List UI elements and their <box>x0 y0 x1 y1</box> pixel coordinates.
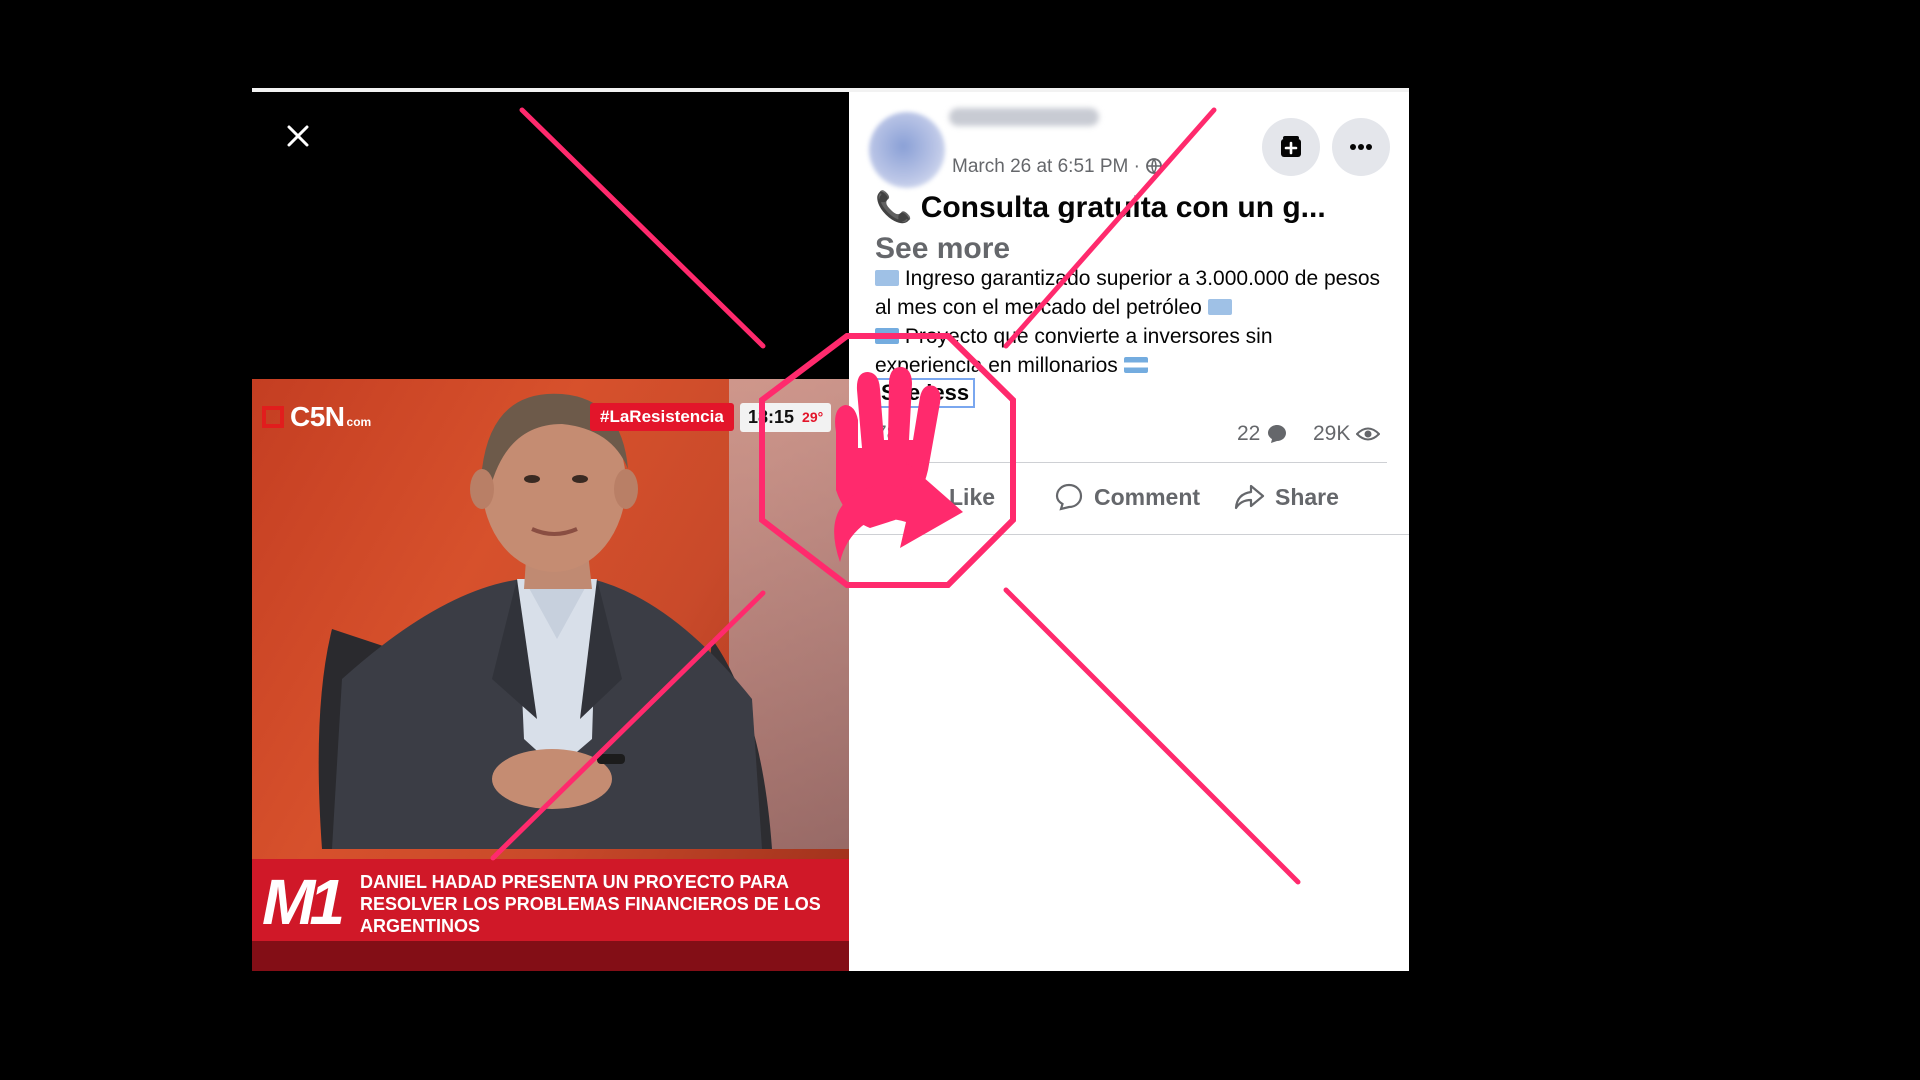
more-icon <box>1350 144 1372 150</box>
reactions-count[interactable]: 78 <box>875 422 898 446</box>
channel-logo-mark <box>262 406 284 428</box>
post-body: Ingreso garantizado superior a 3.000.000… <box>875 264 1380 380</box>
post-body-line-1: Ingreso garantizado superior a 3.000.000… <box>875 264 1380 322</box>
share-button[interactable]: Share <box>1233 477 1339 517</box>
argentina-flag-icon <box>1123 357 1148 373</box>
like-label: Like <box>949 483 996 510</box>
avatar[interactable] <box>869 112 945 188</box>
m1-logo: M1 <box>262 866 345 938</box>
channel-logo: C5N com <box>262 401 371 433</box>
media-panel: C5N com #LaResistencia 18:15 29° M1 DANI… <box>252 92 849 971</box>
post-body-line-2-text: Proyecto que convierte a inversores sin … <box>875 325 1273 377</box>
lower-third-banner: M1 DANIEL HADAD PRESENTA UN PROYECTO PAR… <box>252 859 849 971</box>
share-label: Share <box>1275 483 1339 510</box>
channel-logo-suffix: com <box>346 415 372 429</box>
see-more-link[interactable]: See more <box>875 232 1010 266</box>
clock-temperature: 29° <box>802 409 824 425</box>
hashtag-badge: #LaResistencia <box>590 403 734 431</box>
argentina-flag-icon <box>875 328 899 344</box>
divider <box>875 462 1387 463</box>
save-button[interactable] <box>1262 118 1320 176</box>
comments-count-text: 22 <box>1237 422 1261 445</box>
author-name-blurred[interactable] <box>949 108 1099 126</box>
eye-icon <box>1356 427 1381 441</box>
close-icon <box>287 125 309 147</box>
views-count: 29K <box>1313 422 1381 446</box>
post-title: 📞 Consulta gratuita con un g... <box>875 191 1326 224</box>
presenter-image <box>318 393 772 849</box>
comment-button[interactable]: Comment <box>1054 477 1200 517</box>
money-emoji-icon <box>1207 299 1232 315</box>
post-timestamp[interactable]: March 26 at 6:51 PM · <box>952 156 1163 178</box>
video-frame[interactable]: C5N com #LaResistencia 18:15 29° M1 DANI… <box>252 379 849 971</box>
comment-bubble-icon <box>1268 425 1287 443</box>
post-body-line-1-text: Ingreso garantizado superior a 3.000.000… <box>875 267 1381 319</box>
see-less-link[interactable]: See less <box>875 378 976 408</box>
comments-count[interactable]: 22 <box>1237 422 1288 446</box>
channel-logo-text: C5N <box>290 401 345 432</box>
lower-third-stripe <box>252 941 849 971</box>
like-icon <box>915 486 937 508</box>
more-options-button[interactable] <box>1332 118 1390 176</box>
share-icon <box>1234 484 1265 510</box>
post-body-line-2: Proyecto que convierte a inversores sin … <box>875 322 1380 380</box>
like-button[interactable]: Like <box>913 477 995 517</box>
post-panel: March 26 at 6:51 PM · 📞 Consulta gratuit… <box>849 92 1409 971</box>
save-icon <box>1281 136 1301 157</box>
money-emoji-icon <box>875 270 899 286</box>
views-count-text: 29K <box>1313 422 1351 445</box>
timestamp-text: March 26 at 6:51 PM · <box>952 156 1140 177</box>
clock-time: 18:15 <box>748 407 795 427</box>
close-button[interactable] <box>278 116 318 156</box>
divider <box>849 534 1409 535</box>
globe-icon <box>1146 158 1163 175</box>
comment-label: Comment <box>1094 483 1201 510</box>
broadcast-clock: 18:15 29° <box>740 403 832 432</box>
news-headline: DANIEL HADAD PRESENTA UN PROYECTO PARA R… <box>360 872 821 936</box>
post-viewer: C5N com #LaResistencia 18:15 29° M1 DANI… <box>252 88 1409 971</box>
comment-icon <box>1055 483 1083 511</box>
